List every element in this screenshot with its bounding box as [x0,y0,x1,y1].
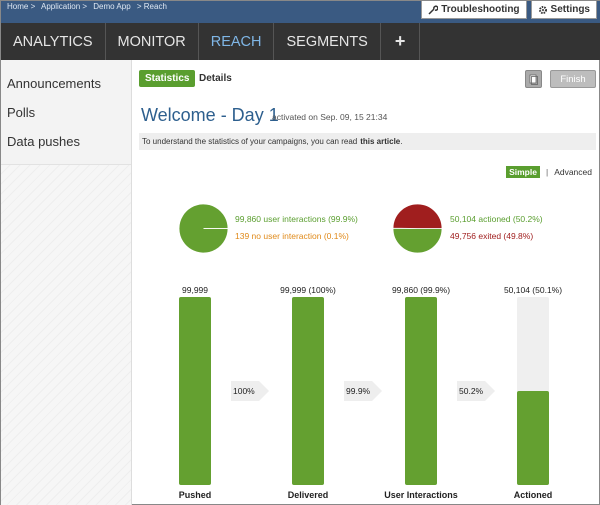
pie2-slice-actioned [392,227,443,254]
tab-statistics[interactable]: Statistics [139,70,196,87]
sidebar: Announcements Polls Data pushes [1,60,132,505]
funnel-label-interactions: User Interactions [384,490,458,500]
pie2-red-legend: 49,756 exited (49.8%) [450,231,534,241]
pie2-slice-exited [392,203,443,229]
nav-monitor[interactable]: MONITOR [106,23,199,60]
top-bar: Home > Application > Demo App > Reach Tr… [1,1,600,23]
breadcrumb-reach: > Reach [136,2,167,11]
funnel-bar-interactions [405,297,437,485]
info-box: To understand the statistics of your cam… [139,133,596,150]
info-end: . [400,137,403,146]
interactions-pie-chart [178,203,229,254]
funnel-label-delivered: Delivered [287,490,329,500]
add-nav-button[interactable]: + [381,23,421,60]
page-title: Welcome - Day 1 [141,105,279,125]
nav-analytics[interactable]: ANALYTICS [1,23,106,60]
funnel-fill-actioned [517,390,549,485]
nav-reach[interactable]: REACH [199,23,275,60]
sidebar-item-polls[interactable]: Polls [1,98,131,127]
breadcrumb: Home > Application > Demo App > Reach [7,2,171,11]
sidebar-item-data-pushes[interactable]: Data pushes [1,127,131,156]
funnel-value-pushed: 99,999 [182,285,208,295]
funnel-bar-actioned [517,297,549,485]
settings-tab[interactable]: Settings [530,1,597,19]
mode-advanced[interactable]: Advanced [554,167,592,177]
conversion-delivered: 100% [233,386,255,396]
nav-segments[interactable]: SEGMENTS [274,23,381,60]
troubleshooting-tab[interactable]: Troubleshooting [421,1,527,19]
settings-label: Settings [550,4,590,15]
funnel-value-actioned: 50,104 (50.1%) [503,285,563,295]
mode-separator: | [545,167,549,177]
conversion-interactions: 99.9% [346,386,371,396]
conversion-actioned: 50.2% [459,386,484,396]
funnel-bar-delivered [292,297,324,485]
wrench-icon [428,4,439,15]
funnel-value-interactions: 99,860 (99.9%) [391,285,451,295]
funnel-arrow-2: 99.9% [344,378,384,404]
view-mode-toggle: Simple | Advanced [506,166,592,178]
pie2-green-legend: 50,104 actioned (50.2%) [450,214,543,224]
copy-icon [529,74,538,85]
pie1-green-legend: 99,860 user interactions (99.9%) [235,214,358,224]
activated-date: activated on Sep. 09, 15 21:34 [272,112,388,122]
copy-button[interactable] [525,70,542,88]
gear-icon [538,5,547,14]
breadcrumb-demo-app[interactable]: Demo App [93,2,130,11]
tab-details[interactable]: Details [199,70,232,87]
article-link[interactable]: this article [360,137,400,146]
sidebar-filler [1,164,131,505]
main-nav: ANALYTICS MONITOR REACH SEGMENTS + [1,23,600,60]
breadcrumb-home[interactable]: Home > [7,2,35,11]
info-text: To understand the statistics of your cam… [142,137,358,146]
funnel-label-pushed: Pushed [178,490,212,500]
funnel-label-actioned: Actioned [513,490,553,500]
funnel-bar-pushed [179,297,211,485]
funnel-fill-interactions [405,297,437,485]
pie1-orange-legend: 139 no user interaction (0.1%) [235,231,349,241]
breadcrumb-application[interactable]: Application > [41,2,87,11]
sidebar-item-announcements[interactable]: Announcements [1,69,131,98]
mode-simple[interactable]: Simple [506,166,540,178]
actioned-pie-chart [392,203,443,254]
funnel-fill-pushed [179,297,211,485]
main-content: Statistics Details Finish Welcome - Day … [132,60,600,505]
funnel-arrow-1: 100% [231,378,271,404]
funnel-arrow-3: 50.2% [457,378,497,404]
finish-button[interactable]: Finish [550,70,596,88]
funnel-value-delivered: 99,999 (100%) [280,285,336,295]
troubleshooting-label: Troubleshooting [441,4,520,15]
funnel-fill-delivered [292,297,324,485]
